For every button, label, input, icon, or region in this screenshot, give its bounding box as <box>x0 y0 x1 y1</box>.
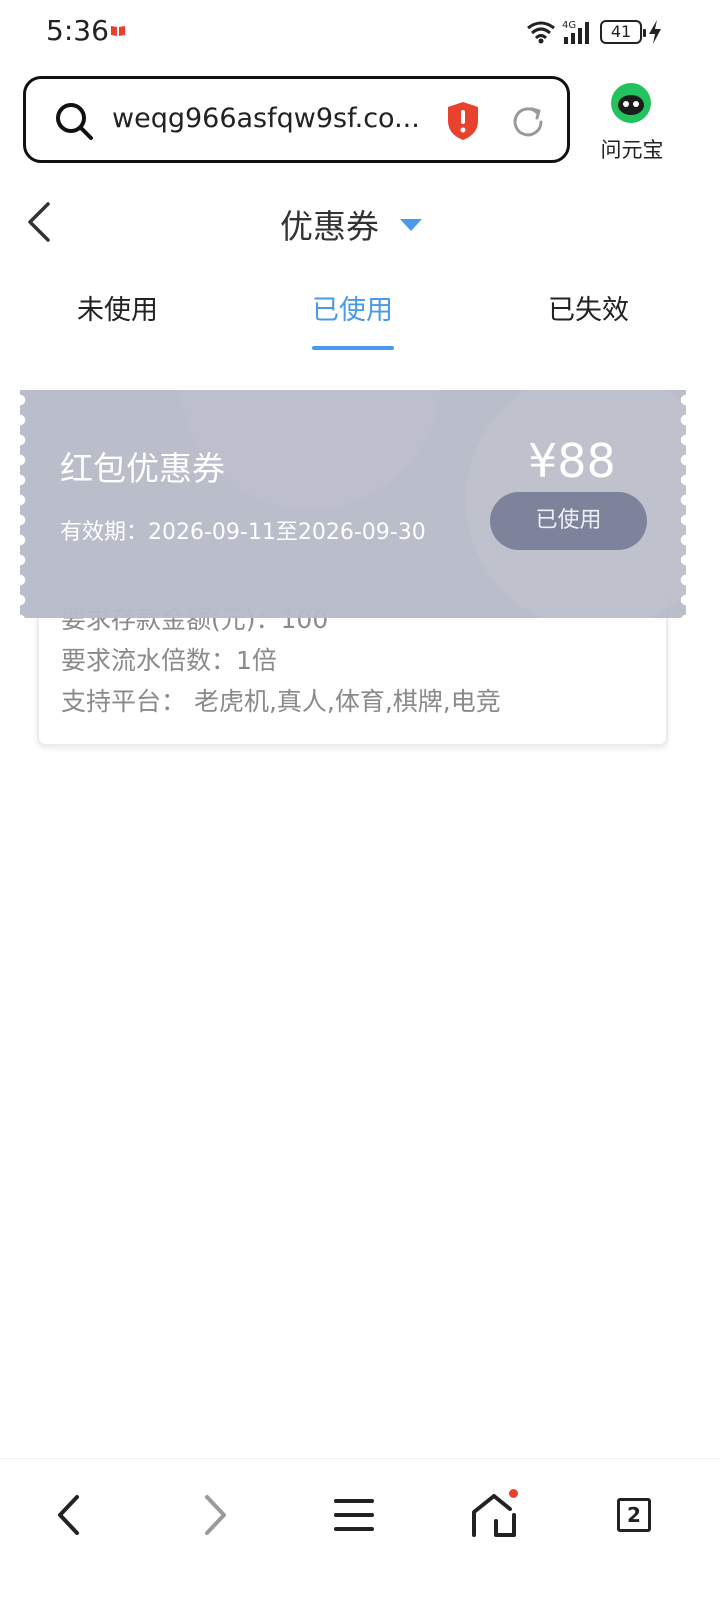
nav-tabs-button[interactable]: 2 <box>610 1491 658 1539</box>
notification-dot <box>507 1487 520 1500</box>
battery-indicator: 41 <box>600 20 646 44</box>
coupon-status-badge: 已使用 <box>490 492 647 550</box>
nav-home-button[interactable] <box>470 1487 520 1539</box>
tabs-count: 2 <box>617 1498 651 1532</box>
address-bar[interactable]: weqg966asfqw9sf.co... <box>23 76 570 163</box>
tab-expired[interactable]: 已失效 <box>548 288 629 327</box>
tab-unused[interactable]: 未使用 <box>77 288 158 327</box>
nav-menu-icon[interactable] <box>330 1491 378 1539</box>
network-type: 4G <box>562 20 576 31</box>
dropdown-triangle-icon[interactable] <box>399 218 423 232</box>
security-warning-shield-icon[interactable] <box>446 101 480 141</box>
url-text[interactable]: weqg966asfqw9sf.co... <box>112 103 420 134</box>
assistant-avatar-icon <box>611 83 651 123</box>
status-bar: 5:36 4G 41 <box>0 0 720 64</box>
cellular-signal-icon: 4G <box>562 20 589 44</box>
assistant-button[interactable]: 问元宝 <box>598 82 666 164</box>
bottom-navigation: 2 <box>0 1458 720 1600</box>
back-arrow-icon[interactable] <box>24 200 56 244</box>
reload-icon[interactable] <box>510 104 546 140</box>
nav-forward-icon[interactable] <box>190 1491 238 1539</box>
page-title[interactable]: 优惠券 <box>280 200 379 248</box>
charging-bolt-icon <box>649 20 661 44</box>
turnover-requirement: 要求流水倍数：1倍 <box>61 646 277 675</box>
book-notification-icon <box>111 26 125 36</box>
coupon-name: 红包优惠券 <box>60 449 225 488</box>
coupon-amount: ¥88 <box>528 434 616 488</box>
active-tab-indicator <box>312 346 394 350</box>
supported-platforms: 支持平台： 老虎机,真人,体育,棋牌,电竞 <box>61 687 501 716</box>
status-time: 5:36 <box>46 14 109 47</box>
search-icon <box>56 103 93 140</box>
assistant-label: 问元宝 <box>600 138 664 162</box>
tab-used[interactable]: 已使用 <box>312 288 393 327</box>
nav-back-icon[interactable] <box>46 1491 94 1539</box>
status-icons: 4G 41 <box>526 18 662 46</box>
coupon-card[interactable]: 红包优惠券 有效期：2026-09-11至2026-09-30 ¥88 已使用 <box>20 250 720 630</box>
coupon-validity: 有效期：2026-09-11至2026-09-30 <box>60 520 426 545</box>
wifi-icon <box>527 21 555 44</box>
